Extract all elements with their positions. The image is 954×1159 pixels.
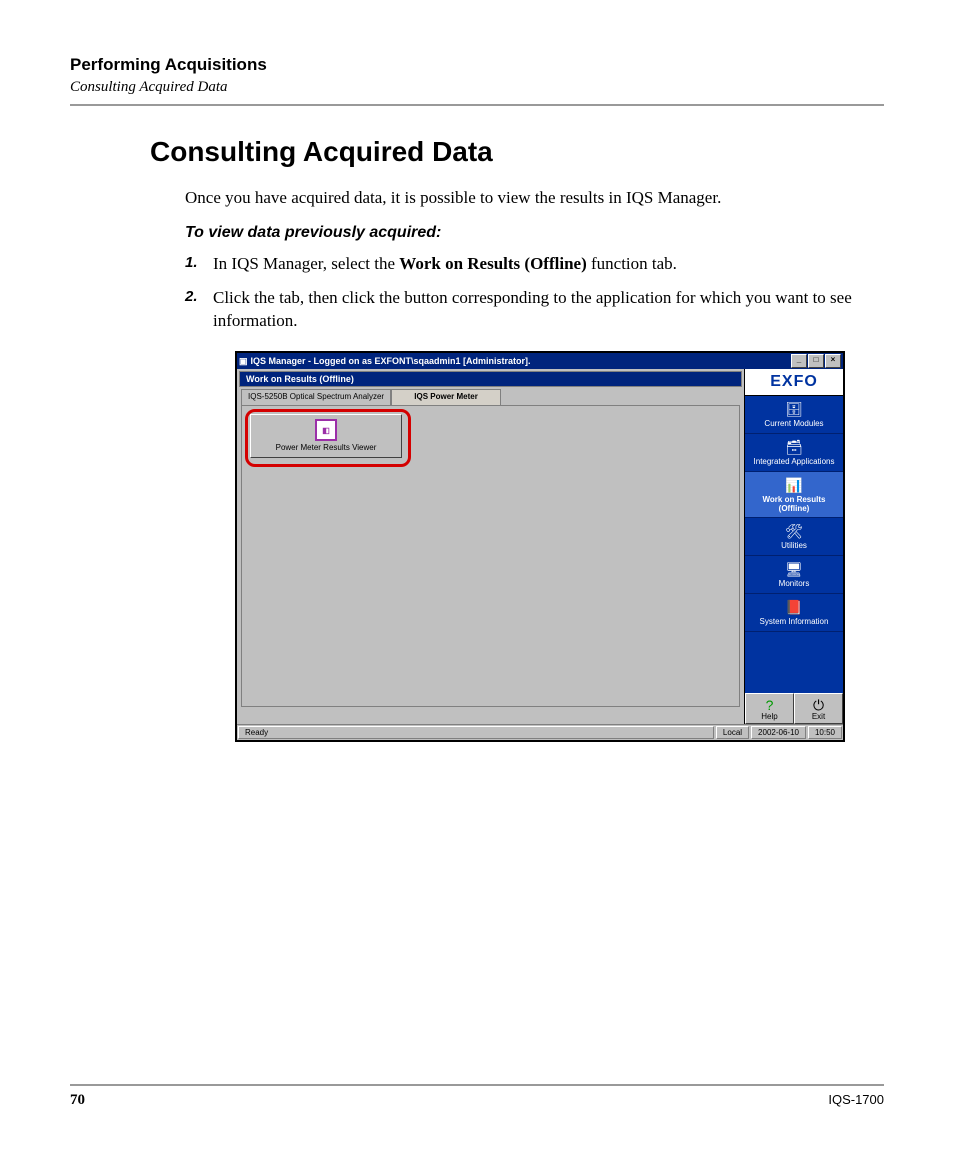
results-icon: 📊 [784, 478, 804, 494]
utilities-icon: 🛠 [784, 524, 804, 540]
close-button[interactable]: × [825, 354, 841, 368]
monitors-icon: 🖥 [784, 562, 804, 578]
nav-monitors[interactable]: 🖥 Monitors [745, 556, 843, 594]
procedure-heading: To view data previously acquired: [185, 224, 884, 242]
minimize-button[interactable]: _ [791, 354, 807, 368]
tab-osa[interactable]: IQS-5250B Optical Spectrum Analyzer [241, 389, 391, 405]
product-model: IQS-1700 [828, 1092, 884, 1109]
step-text: Click the tab, then click the button cor… [213, 286, 884, 334]
brand-logo: EXFO [745, 369, 843, 396]
side-panel: EXFO 🗄 Current Modules 🗃 Integrated Appl… [744, 369, 843, 724]
maximize-button[interactable]: □ [808, 354, 824, 368]
nav-work-on-results[interactable]: 📊 Work on Results (Offline) [745, 472, 843, 519]
window-titlebar: ▣ IQS Manager - Logged on as EXFONT\sqaa… [237, 353, 843, 369]
nav-current-modules[interactable]: 🗄 Current Modules [745, 396, 843, 434]
status-local: Local [716, 726, 749, 739]
info-icon: 📕 [784, 600, 804, 616]
header-divider [70, 104, 884, 106]
page-footer: 70 IQS-1700 [70, 1084, 884, 1109]
nav-system-information[interactable]: 📕 System Information [745, 594, 843, 632]
tab-content: ◧ Power Meter Results Viewer [241, 405, 740, 707]
step-text: In IQS Manager, select the Work on Resul… [213, 252, 884, 276]
step-number: 1. [185, 252, 213, 276]
step-number: 2. [185, 286, 213, 334]
list-item: 1. In IQS Manager, select the Work on Re… [185, 252, 884, 276]
app-icon: ▣ [239, 356, 248, 367]
exit-button[interactable]: ⏻ Exit [794, 693, 843, 724]
status-time: 10:50 [808, 726, 842, 739]
window-title: IQS Manager - Logged on as EXFONT\sqaadm… [251, 356, 791, 366]
status-bar: Ready Local 2002-06-10 10:50 [237, 724, 843, 740]
chapter-title: Performing Acquisitions [70, 55, 884, 75]
nav-utilities[interactable]: 🛠 Utilities [745, 518, 843, 556]
step-list: 1. In IQS Manager, select the Work on Re… [185, 252, 884, 333]
chapter-subtitle: Consulting Acquired Data [70, 79, 884, 96]
power-meter-results-button[interactable]: ◧ Power Meter Results Viewer [250, 414, 402, 458]
tab-power-meter[interactable]: IQS Power Meter [391, 389, 501, 405]
list-item: 2. Click the tab, then click the button … [185, 286, 884, 334]
modules-icon: 🗄 [784, 402, 804, 418]
main-panel: Work on Results (Offline) IQS-5250B Opti… [237, 369, 744, 724]
app-screenshot: ▣ IQS Manager - Logged on as EXFONT\sqaa… [235, 351, 845, 742]
section-title: Consulting Acquired Data [150, 136, 884, 168]
panel-title: Work on Results (Offline) [239, 371, 742, 387]
applications-icon: 🗃 [784, 440, 804, 456]
results-viewer-icon: ◧ [315, 419, 337, 441]
tab-row: IQS-5250B Optical Spectrum Analyzer IQS … [241, 389, 740, 405]
result-button-label: Power Meter Results Viewer [276, 443, 377, 452]
help-button[interactable]: ? Help [745, 693, 794, 724]
status-ready: Ready [238, 726, 714, 739]
status-date: 2002-06-10 [751, 726, 806, 739]
power-icon: ⏻ [813, 698, 824, 712]
help-icon: ? [766, 698, 774, 712]
page-number: 70 [70, 1092, 85, 1109]
intro-paragraph: Once you have acquired data, it is possi… [185, 186, 875, 210]
nav-integrated-applications[interactable]: 🗃 Integrated Applications [745, 434, 843, 472]
